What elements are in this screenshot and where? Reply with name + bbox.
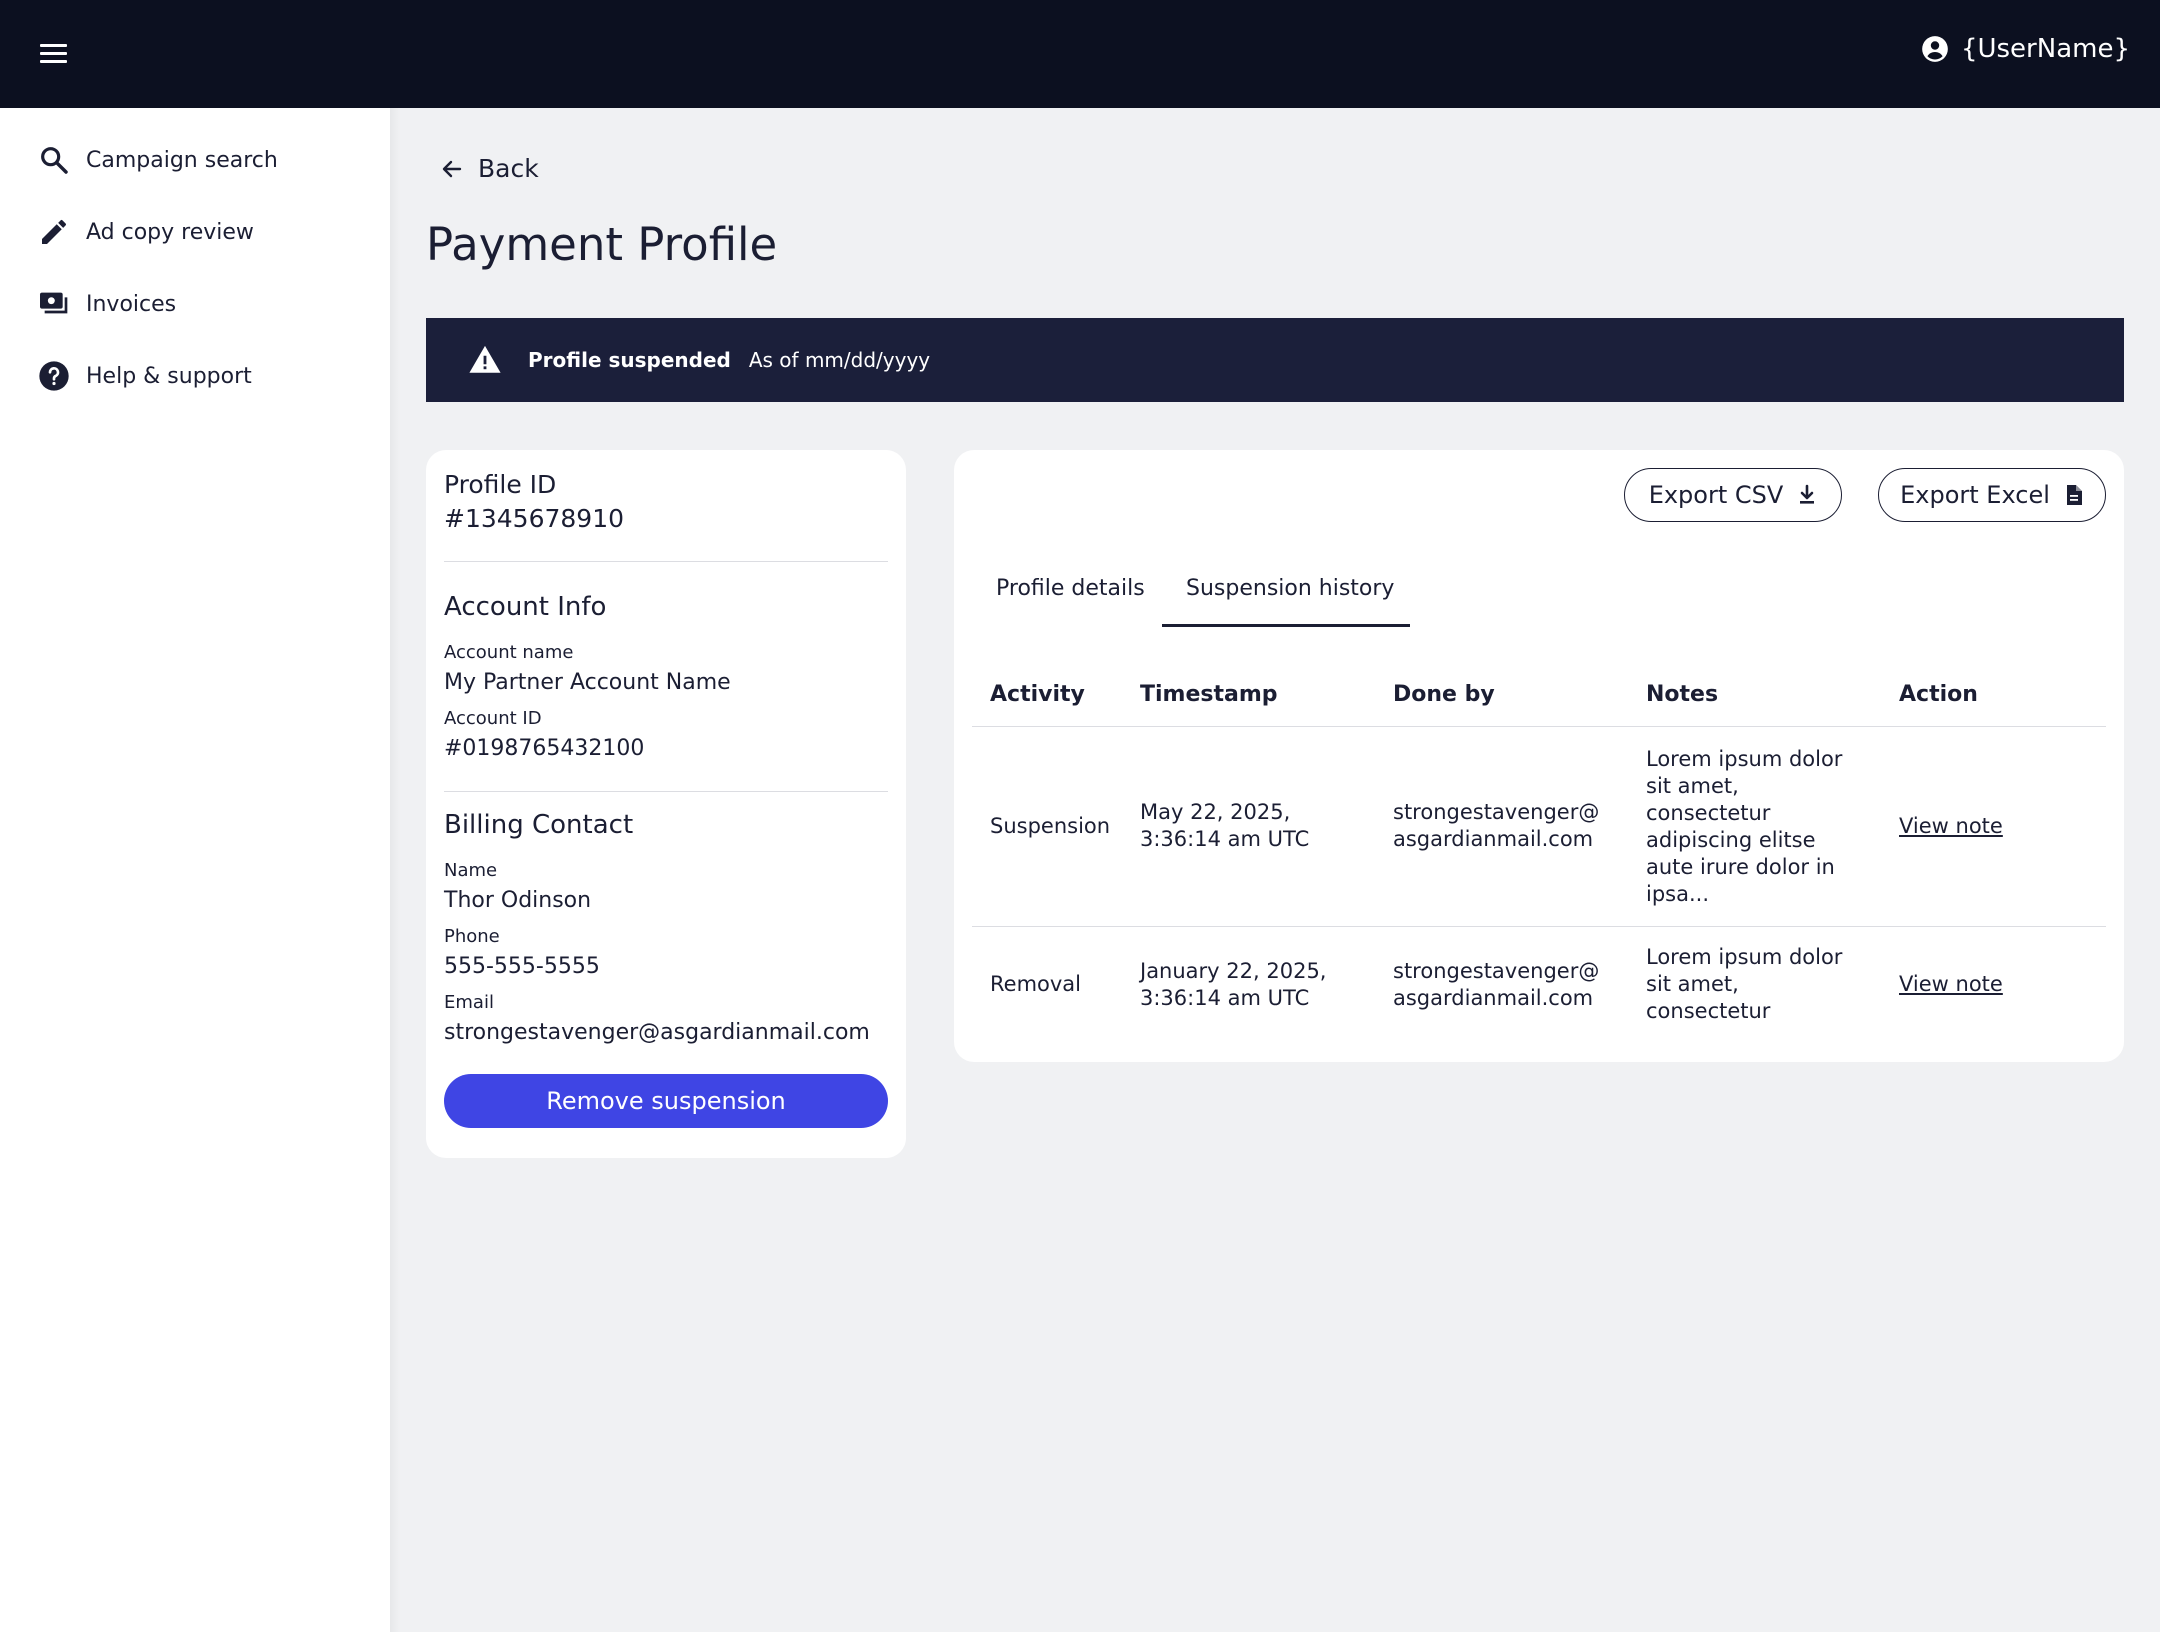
sidebar-item-label: Invoices bbox=[86, 291, 177, 317]
profile-card: Profile ID #1345678910 Account Info Acco… bbox=[426, 450, 906, 1158]
user-menu[interactable]: {UserName} bbox=[1921, 34, 2130, 64]
export-excel-label: Export Excel bbox=[1900, 481, 2050, 509]
profile-id-value: #1345678910 bbox=[444, 504, 625, 533]
account-id-value: #0198765432100 bbox=[444, 736, 645, 761]
sidebar-item-help-support[interactable]: Help & support bbox=[38, 360, 252, 392]
sidebar-item-ad-copy-review[interactable]: Ad copy review bbox=[38, 216, 254, 248]
email-label: Email bbox=[444, 992, 494, 1013]
export-csv-button[interactable]: Export CSV bbox=[1624, 468, 1842, 522]
cell-activity: Removal bbox=[990, 972, 1082, 996]
cell-done-by: strongestavenger@ asgardianmail.com bbox=[1393, 800, 1600, 851]
pencil-icon bbox=[42, 219, 67, 244]
account-name-value: My Partner Account Name bbox=[444, 670, 731, 695]
export-excel-button[interactable]: Export Excel bbox=[1878, 468, 2106, 522]
banner-status: Profile suspended bbox=[528, 348, 731, 372]
sidebar-item-label: Ad copy review bbox=[86, 219, 254, 245]
cell-notes: Lorem ipsum dolor sit amet, consectetur bbox=[1646, 945, 1843, 1023]
back-link[interactable]: Back bbox=[440, 154, 539, 183]
username: {UserName} bbox=[1960, 34, 2130, 64]
billing-contact-title: Billing Contact bbox=[444, 810, 634, 840]
arrow-left-icon bbox=[442, 160, 462, 177]
warning-icon bbox=[469, 345, 501, 373]
money-icon bbox=[40, 292, 68, 314]
column-header-activity[interactable]: Activity bbox=[990, 682, 1085, 707]
view-note-link[interactable]: View note bbox=[1899, 971, 2003, 998]
name-value: Thor Odinson bbox=[444, 888, 592, 913]
divider bbox=[444, 791, 888, 792]
sidebar-item-label: Campaign search bbox=[86, 147, 278, 173]
document-icon bbox=[2066, 485, 2082, 505]
download-icon bbox=[1800, 484, 1815, 504]
hamburger-menu-icon[interactable] bbox=[36, 40, 72, 68]
column-header-timestamp[interactable]: Timestamp bbox=[1140, 682, 1278, 707]
cell-notes: Lorem ipsum dolor sit amet, consectetur … bbox=[1646, 747, 1843, 906]
sidebar-item-label: Help & support bbox=[86, 363, 252, 389]
tab-profile-details[interactable]: Profile details bbox=[996, 576, 1145, 601]
account-name-label: Account name bbox=[444, 642, 574, 663]
back-label: Back bbox=[478, 154, 539, 183]
sidebar: Campaign search Ad copy review Invoices … bbox=[0, 108, 390, 1632]
table-divider bbox=[972, 726, 2106, 727]
profile-id-label: Profile ID bbox=[444, 470, 557, 499]
banner-date: As of mm/dd/yyyy bbox=[748, 348, 931, 372]
tab-suspension-history[interactable]: Suspension history bbox=[1186, 576, 1394, 601]
active-tab-indicator bbox=[1162, 624, 1410, 627]
cell-done-by: strongestavenger@ asgardianmail.com bbox=[1393, 959, 1600, 1010]
cell-activity: Suspension bbox=[990, 814, 1111, 838]
column-header-done-by[interactable]: Done by bbox=[1393, 682, 1495, 707]
divider bbox=[444, 561, 888, 562]
phone-value: 555-555-5555 bbox=[444, 954, 600, 979]
view-note-link[interactable]: View note bbox=[1899, 813, 2003, 840]
name-label: Name bbox=[444, 860, 498, 881]
export-csv-label: Export CSV bbox=[1648, 481, 1784, 509]
account-id-label: Account ID bbox=[444, 708, 542, 729]
table-divider bbox=[972, 926, 2106, 927]
column-header-notes[interactable]: Notes bbox=[1646, 682, 1718, 707]
remove-suspension-button[interactable]: Remove suspension bbox=[444, 1074, 888, 1128]
sidebar-shadow bbox=[390, 108, 400, 1632]
help-icon bbox=[39, 361, 69, 391]
sidebar-item-invoices[interactable]: Invoices bbox=[38, 288, 176, 320]
account-circle-icon bbox=[1922, 36, 1948, 62]
phone-label: Phone bbox=[444, 926, 500, 947]
cell-timestamp: May 22, 2025, 3:36:14 am UTC bbox=[1140, 800, 1310, 851]
sidebar-item-campaign-search[interactable]: Campaign search bbox=[38, 144, 278, 176]
page-title: Payment Profile bbox=[426, 218, 778, 271]
column-header-action[interactable]: Action bbox=[1899, 682, 1978, 707]
cell-timestamp: January 22, 2025, 3:36:14 am UTC bbox=[1140, 959, 1327, 1010]
top-bar: {UserName} bbox=[0, 0, 2160, 108]
account-info-title: Account Info bbox=[444, 592, 607, 622]
suspension-banner: Profile suspended As of mm/dd/yyyy bbox=[426, 318, 2124, 402]
suspension-history-card: Export CSV Export Excel Profile details … bbox=[954, 450, 2124, 1062]
search-icon bbox=[41, 147, 68, 174]
email-value: strongestavenger@asgardianmail.com bbox=[444, 1020, 870, 1045]
